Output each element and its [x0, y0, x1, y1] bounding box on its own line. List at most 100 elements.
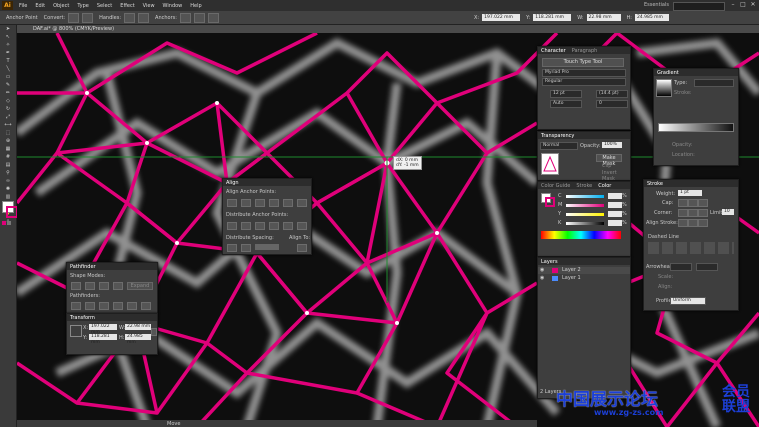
kerning-field[interactable]: Auto: [550, 100, 582, 108]
x-field[interactable]: 197.022 mm: [482, 14, 521, 21]
y-field[interactable]: 118.281 mm: [533, 14, 572, 21]
menu-edit[interactable]: Edit: [35, 3, 45, 9]
unite-icon[interactable]: [71, 282, 81, 290]
magenta-slider[interactable]: [566, 204, 604, 207]
distribute-bottom-icon[interactable]: [255, 222, 265, 230]
start-arrowhead-dropdown[interactable]: [670, 263, 692, 271]
paintbrush-tool-icon[interactable]: ✎: [2, 82, 14, 89]
crop-icon[interactable]: [113, 302, 123, 310]
trim-icon[interactable]: [85, 302, 95, 310]
menu-select[interactable]: Select: [97, 3, 112, 9]
tab-stroke[interactable]: Stroke: [576, 183, 592, 189]
align-hcenter-icon[interactable]: [241, 199, 251, 207]
layer-row[interactable]: ◉ Layer 1: [538, 275, 630, 282]
cut-path-button[interactable]: [207, 12, 219, 23]
outline-icon[interactable]: [127, 302, 137, 310]
opacity-mask-thumbnail[interactable]: [541, 153, 559, 175]
document-tab[interactable]: DAF.ai* @ 800% (CMYK/Preview): [33, 26, 114, 32]
eye-icon[interactable]: ◉: [540, 267, 544, 273]
exclude-icon[interactable]: [113, 282, 123, 290]
menu-object[interactable]: Object: [53, 3, 69, 9]
make-mask-button[interactable]: Make Mask: [596, 154, 622, 167]
leading-field[interactable]: (14.4 pt): [596, 90, 628, 98]
perspective-grid-tool-icon[interactable]: ▦: [2, 146, 14, 153]
mesh-tool-icon[interactable]: #: [2, 154, 14, 161]
gradient-type-dropdown[interactable]: [694, 79, 734, 87]
round-join-button[interactable]: [688, 209, 698, 217]
dashed-line-checkbox[interactable]: Dashed Line: [648, 234, 679, 240]
divide-icon[interactable]: [71, 302, 81, 310]
intersect-icon[interactable]: [99, 282, 109, 290]
round-cap-button[interactable]: [688, 199, 698, 207]
square-cap-button[interactable]: [698, 199, 708, 207]
menu-view[interactable]: View: [143, 3, 155, 9]
align-left-icon[interactable]: [227, 199, 237, 207]
menu-help[interactable]: Help: [190, 3, 201, 9]
miter-join-button[interactable]: [678, 209, 688, 217]
gradient-slider[interactable]: [658, 123, 734, 132]
menu-type[interactable]: Type: [77, 3, 88, 9]
free-transform-tool-icon[interactable]: ⬚: [2, 130, 14, 137]
distribute-hcenter-icon[interactable]: [283, 222, 293, 230]
tab-paragraph[interactable]: Paragraph: [572, 48, 598, 54]
merge-icon[interactable]: [99, 302, 109, 310]
black-slider[interactable]: [566, 222, 604, 225]
search-input[interactable]: [673, 2, 725, 11]
w-field[interactable]: 22.98 mm: [586, 14, 621, 21]
distribute-right-icon[interactable]: [297, 222, 307, 230]
transform-w-field[interactable]: 22.98 mm: [125, 324, 151, 330]
align-vcenter-icon[interactable]: [283, 199, 293, 207]
yellow-slider[interactable]: [566, 213, 604, 216]
distribute-vcenter-icon[interactable]: [241, 222, 251, 230]
align-inside-button[interactable]: [688, 219, 698, 227]
menu-file[interactable]: File: [19, 3, 27, 9]
line-tool-icon[interactable]: ╲: [2, 66, 14, 73]
end-arrowhead-dropdown[interactable]: [696, 263, 718, 271]
eraser-tool-icon[interactable]: ◇: [2, 98, 14, 105]
shape-builder-tool-icon[interactable]: ⊕: [2, 138, 14, 145]
align-right-icon[interactable]: [255, 199, 265, 207]
align-to-icon[interactable]: [297, 244, 307, 252]
convert-smooth-button[interactable]: [82, 12, 94, 23]
eye-icon[interactable]: ◉: [540, 275, 544, 281]
workspace-switcher[interactable]: Essentials: [644, 2, 669, 8]
minimize-icon[interactable]: –: [729, 1, 737, 9]
tracking-field[interactable]: 0: [596, 100, 628, 108]
gradient-swatch[interactable]: [656, 79, 672, 97]
spacing-field[interactable]: [255, 244, 279, 250]
clip-checkbox[interactable]: Clip: [602, 163, 611, 169]
minus-back-icon[interactable]: [141, 302, 151, 310]
show-handles-button[interactable]: [124, 12, 136, 23]
menu-window[interactable]: Window: [163, 3, 183, 9]
color-stroke-swatch[interactable]: [545, 197, 555, 207]
pen-tool-icon[interactable]: ✒: [2, 50, 14, 57]
menu-effect[interactable]: Effect: [120, 3, 134, 9]
magic-wand-tool-icon[interactable]: ✧: [2, 42, 14, 49]
minus-front-icon[interactable]: [85, 282, 95, 290]
symbol-sprayer-tool-icon[interactable]: ✺: [2, 186, 14, 193]
eyedropper-tool-icon[interactable]: ⚲: [2, 170, 14, 177]
rotate-tool-icon[interactable]: ↻: [2, 106, 14, 113]
close-icon[interactable]: ✕: [749, 1, 757, 9]
distribute-hspace-icon[interactable]: [241, 244, 251, 252]
expand-button[interactable]: Expand: [127, 282, 153, 290]
dash-gap-fields[interactable]: [648, 242, 734, 254]
align-bottom-icon[interactable]: [297, 199, 307, 207]
rectangle-tool-icon[interactable]: ▭: [2, 74, 14, 81]
font-style-field[interactable]: Regular: [542, 78, 626, 86]
layer-name[interactable]: Layer 1: [562, 275, 581, 281]
font-family-field[interactable]: Myriad Pro: [542, 69, 626, 77]
limit-field[interactable]: 10: [722, 209, 734, 215]
constrain-proportions-icon[interactable]: [151, 328, 157, 336]
font-size-field[interactable]: 12 pt: [550, 90, 582, 98]
blend-mode-dropdown[interactable]: Normal: [540, 142, 578, 150]
hide-handles-button[interactable]: [138, 12, 150, 23]
selection-tool-icon[interactable]: ➤: [2, 26, 14, 33]
h-field[interactable]: 24.985 mm: [635, 14, 669, 21]
gradient-mode-button[interactable]: [7, 221, 11, 225]
direct-selection-tool-icon[interactable]: ↖: [2, 34, 14, 41]
convert-corner-button[interactable]: [68, 12, 80, 23]
distribute-top-icon[interactable]: [227, 222, 237, 230]
cyan-slider[interactable]: [566, 195, 604, 198]
transform-x-field[interactable]: 197.022 mm: [89, 324, 117, 335]
